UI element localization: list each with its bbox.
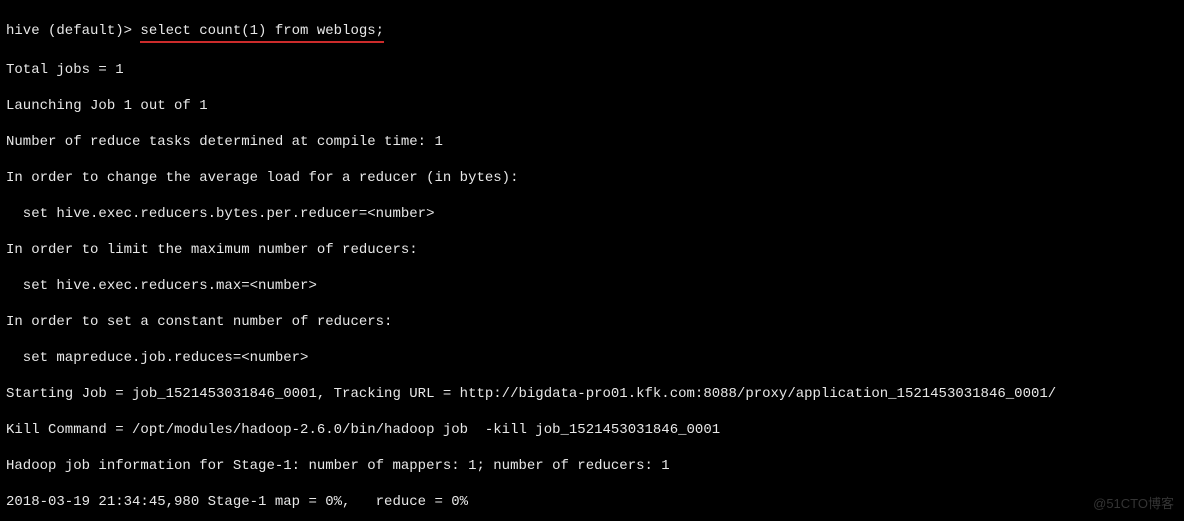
output-line: Number of reduce tasks determined at com… (6, 133, 1178, 151)
output-line: Total jobs = 1 (6, 61, 1178, 79)
output-line: In order to change the average load for … (6, 169, 1178, 187)
output-line: set mapreduce.job.reduces=<number> (6, 349, 1178, 367)
prompt-prefix: hive (default)> (6, 23, 140, 39)
watermark-text: @51CTO博客 (1093, 495, 1174, 513)
output-line: set hive.exec.reducers.bytes.per.reducer… (6, 205, 1178, 223)
output-line: Hadoop job information for Stage-1: numb… (6, 457, 1178, 475)
output-line: set hive.exec.reducers.max=<number> (6, 277, 1178, 295)
output-line: 2018-03-19 21:34:45,980 Stage-1 map = 0%… (6, 493, 1178, 511)
prompt-line-1: hive (default)> select count(1) from web… (6, 22, 1178, 43)
output-line: Kill Command = /opt/modules/hadoop-2.6.0… (6, 421, 1178, 439)
output-line: In order to limit the maximum number of … (6, 241, 1178, 259)
output-line: Starting Job = job_1521453031846_0001, T… (6, 385, 1178, 403)
sql-command: select count(1) from weblogs; (140, 22, 384, 43)
output-line: Launching Job 1 out of 1 (6, 97, 1178, 115)
output-line: In order to set a constant number of red… (6, 313, 1178, 331)
terminal-output[interactable]: hive (default)> select count(1) from web… (0, 0, 1184, 521)
